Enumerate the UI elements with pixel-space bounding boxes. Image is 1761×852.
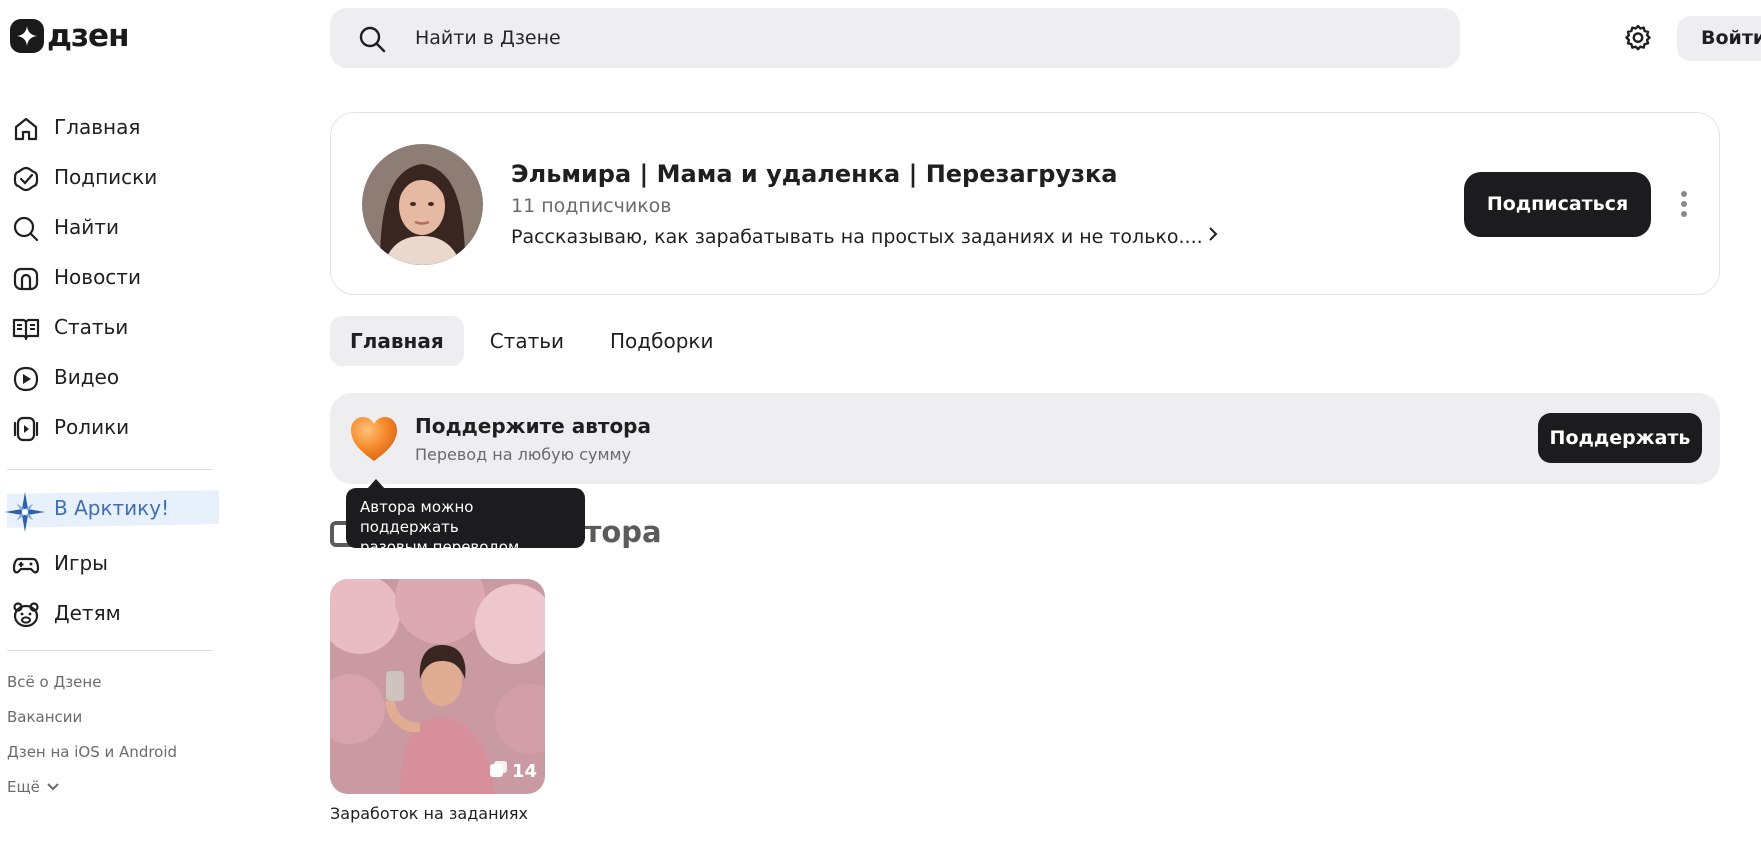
- sidebar-item-subscriptions[interactable]: Подписки: [0, 152, 215, 202]
- channel-description-text: Рассказываю, как зарабатывать на простых…: [511, 225, 1203, 248]
- channel-header-card: Эльмира | Мама и удаленка | Перезагрузка…: [330, 112, 1720, 295]
- sidebar-item-articles[interactable]: Статьи: [0, 302, 215, 352]
- footer-link-about[interactable]: Всё о Дзене: [7, 673, 101, 691]
- collection-item-count: 14: [490, 761, 537, 782]
- sidebar-item-label: Видео: [54, 365, 120, 389]
- sidebar-item-home[interactable]: Главная: [0, 102, 215, 152]
- sidebar-item-label: Статьи: [54, 315, 129, 339]
- footer-more-label: Ещё: [7, 778, 40, 796]
- sidebar-item-shorts[interactable]: Ролики: [0, 402, 215, 452]
- logo-text: дзен: [47, 17, 129, 54]
- support-subtitle: Перевод на любую сумму: [415, 445, 632, 464]
- zen-channel-page: дзен Найти в Дзене Войти Главная Подписк…: [0, 0, 1761, 852]
- heart-icon: [348, 413, 400, 465]
- channel-title: Эльмира | Мама и удаленка | Перезагрузка: [511, 160, 1118, 188]
- search-icon: [12, 215, 40, 243]
- tab-main[interactable]: Главная: [330, 316, 464, 366]
- subscriptions-icon: [12, 165, 40, 193]
- sidebar-item-video[interactable]: Видео: [0, 352, 215, 402]
- collection-caption[interactable]: Заработок на заданиях: [330, 804, 528, 823]
- sidebar-item-label: Подписки: [54, 165, 158, 189]
- support-title: Поддержите автора: [415, 414, 651, 438]
- collection-count-text: 14: [512, 761, 538, 782]
- search-icon: [358, 25, 386, 57]
- support-author-banner: Поддержите автора Перевод на любую сумму…: [330, 393, 1720, 484]
- bear-icon: [12, 601, 40, 629]
- subscribe-button[interactable]: Подписаться: [1464, 172, 1651, 237]
- stack-icon: [490, 761, 508, 782]
- sidebar-item-arctic-promo[interactable]: В Арктику!: [0, 483, 215, 533]
- articles-icon: [12, 315, 40, 343]
- tooltip-line-1: Автора можно поддержать: [360, 498, 474, 536]
- sidebar-item-label: В Арктику!: [54, 496, 170, 520]
- sidebar-item-search[interactable]: Найти: [0, 202, 215, 252]
- sidebar-item-label: Ролики: [54, 415, 130, 439]
- zen-logo[interactable]: дзен: [10, 19, 129, 53]
- footer-link-apps[interactable]: Дзен на iOS и Android: [7, 743, 177, 761]
- channel-avatar[interactable]: [362, 144, 483, 265]
- home-icon: [12, 115, 40, 143]
- sidebar-item-games[interactable]: Игры: [0, 538, 215, 588]
- support-tooltip: Автора можно поддержать разовым переводо…: [346, 488, 585, 556]
- more-options-icon[interactable]: [1678, 191, 1690, 221]
- compass-star-icon: [5, 492, 45, 532]
- sidebar-item-label: Детям: [54, 601, 121, 625]
- sidebar-item-label: Игры: [54, 551, 108, 575]
- tooltip-line-2: разовым переводом: [360, 538, 520, 556]
- search-input[interactable]: Найти в Дзене: [415, 27, 561, 49]
- subscriber-count: 11 подписчиков: [511, 195, 672, 217]
- sidebar-item-label: Главная: [54, 115, 141, 139]
- shorts-icon: [12, 415, 40, 443]
- news-icon: [12, 265, 40, 293]
- sidebar-item-label: Найти: [54, 215, 119, 239]
- video-icon: [12, 365, 40, 393]
- sidebar-divider: [7, 650, 212, 651]
- sidebar-item-label: Новости: [54, 265, 141, 289]
- search-bar[interactable]: Найти в Дзене: [330, 8, 1460, 68]
- zen-star-icon: [10, 19, 44, 53]
- support-button[interactable]: Поддержать: [1538, 413, 1702, 463]
- sidebar-divider: [7, 469, 212, 470]
- collection-card[interactable]: 14: [330, 579, 545, 794]
- settings-gear-icon[interactable]: [1623, 23, 1653, 53]
- sidebar-item-kids[interactable]: Детям: [0, 588, 215, 638]
- channel-tabs: Главная Статьи Подборки: [330, 316, 733, 366]
- chevron-right-icon: [1207, 225, 1219, 248]
- sidebar-item-news[interactable]: Новости: [0, 252, 215, 302]
- chevron-down-icon: [46, 778, 60, 796]
- footer-link-jobs[interactable]: Вакансии: [7, 708, 82, 726]
- tab-articles[interactable]: Статьи: [470, 316, 584, 366]
- login-button[interactable]: Войти: [1677, 16, 1761, 61]
- gamepad-icon: [12, 551, 40, 579]
- footer-more-button[interactable]: Ещё: [7, 778, 60, 796]
- tab-collections[interactable]: Подборки: [590, 316, 733, 366]
- channel-description[interactable]: Рассказываю, как зарабатывать на простых…: [511, 225, 1219, 248]
